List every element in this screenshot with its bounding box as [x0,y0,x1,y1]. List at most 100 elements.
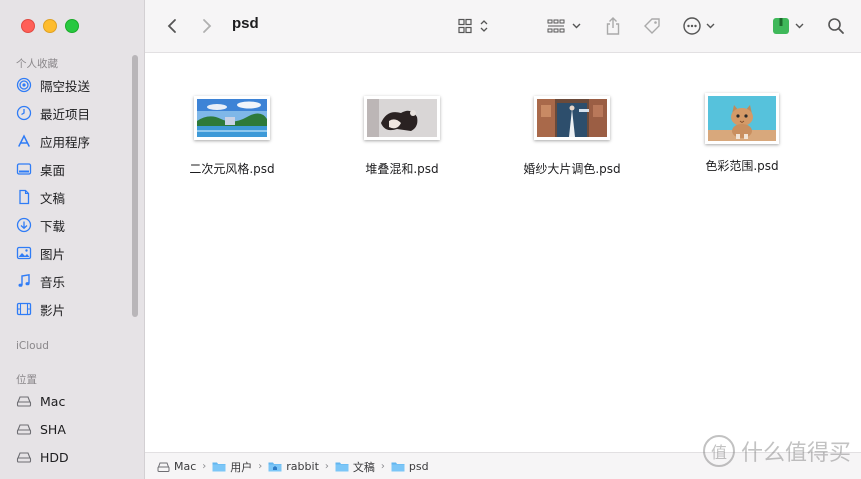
tag-button[interactable] [640,14,664,38]
kitten-thumbnail-icon [708,96,776,141]
file-thumbnail [705,93,779,144]
sidebar-item-hdd[interactable]: HDD [16,445,69,469]
sidebar-item-music[interactable]: 音乐 [16,269,65,293]
sidebar-item-label: 下载 [40,218,66,234]
path-crumb-documents[interactable]: 文稿 [335,459,375,475]
clock-icon [16,105,32,121]
sidebar-scrollbar[interactable] [132,55,138,317]
favorites-section-title: 个人收藏 [16,58,58,70]
file-item[interactable]: 婚纱大片调色.psd [512,96,632,177]
movies-icon [16,301,32,317]
window-controls [21,19,79,33]
file-thumbnail [364,96,440,140]
sidebar-item-label: HDD [40,449,69,465]
landscape-thumbnail-icon [197,99,267,137]
sidebar-item-label: 应用程序 [40,134,91,150]
view-mode-button[interactable] [455,14,493,38]
sidebar-item-movies[interactable]: 影片 [16,297,65,321]
file-thumbnail [534,96,610,140]
locations-section-title: 位置 [16,374,37,386]
path-crumb-label: 用户 [230,460,253,474]
minimize-button[interactable] [43,19,57,33]
sidebar-item-sha[interactable]: SHA [16,417,66,441]
ellipsis-circle-icon [683,17,715,35]
sidebar-item-pictures[interactable]: 图片 [16,241,65,265]
sidebar-item-applications[interactable]: 应用程序 [16,129,90,153]
forward-button[interactable] [198,14,216,38]
desktop-icon [16,161,32,177]
sidebar-item-mac[interactable]: Mac [16,389,65,413]
sidebar-item-label: 最近项目 [40,106,91,122]
path-crumb-psd[interactable]: psd [391,460,429,473]
music-icon [16,273,32,289]
search-button[interactable] [825,14,847,38]
file-thumbnail [194,96,270,140]
file-name: 堆叠混和.psd [365,162,439,176]
path-crumb-home[interactable]: rabbit [268,460,319,473]
file-grid: 二次元风格.psd 堆叠混和.psd 婚纱大片调色.psd 色彩范围.psd [145,53,861,451]
download-icon [16,217,32,233]
pictures-icon [16,245,32,261]
more-actions-button[interactable] [681,14,719,38]
sidebar: 个人收藏 隔空投送 最近项目 应用程序 桌面 文稿 下载 图片 音乐 影片 iC… [0,0,145,479]
group-by-button[interactable] [545,14,585,38]
path-crumb-label: rabbit [286,460,319,473]
disk-icon [16,393,32,409]
icloud-section-title: iCloud [16,340,49,352]
grid-view-icon [458,18,488,34]
group-icon [547,19,581,33]
close-button[interactable] [21,19,35,33]
file-item[interactable]: 堆叠混和.psd [342,96,462,177]
zoom-button[interactable] [65,19,79,33]
file-item[interactable]: 二次元风格.psd [172,96,292,177]
path-crumb-label: 文稿 [352,460,375,474]
chevron-right-icon [203,19,212,33]
document-icon [16,189,32,205]
folder-icon [212,462,226,472]
watermark-logo-icon: 值 [702,435,735,467]
sidebar-item-recents[interactable]: 最近项目 [16,101,90,125]
file-name: 二次元风格.psd [189,162,275,176]
disk-icon [16,421,32,437]
sidebar-item-label: 文稿 [40,190,66,206]
path-crumb-users[interactable]: 用户 [212,459,252,475]
sidebar-item-label: 桌面 [40,162,66,178]
watermark: 值 什么值得买 [702,435,851,467]
folder-icon [391,462,405,472]
file-name: 婚纱大片调色.psd [523,162,621,176]
sidebar-item-label: SHA [40,421,66,437]
sidebar-item-label: 音乐 [40,274,66,290]
back-button[interactable] [163,14,181,38]
folder-title: psd [232,15,259,32]
airdrop-icon [16,77,32,93]
sidebar-item-airdrop[interactable]: 隔空投送 [16,73,90,97]
tag-icon [644,18,660,34]
search-icon [828,18,844,34]
path-separator-icon: › [324,461,329,472]
animal-thumbnail-icon [367,99,437,137]
share-icon [606,17,620,35]
sidebar-item-label: 图片 [40,246,66,262]
share-button[interactable] [603,14,623,38]
path-crumb-mac[interactable]: Mac [157,460,196,473]
watermark-text: 什么值得买 [740,441,851,466]
path-crumb-label: psd [408,460,429,473]
sidebar-item-desktop[interactable]: 桌面 [16,157,65,181]
disk-icon [157,462,170,472]
path-crumb-label: Mac [174,460,197,473]
toolbar: psd [145,0,861,53]
sidebar-item-downloads[interactable]: 下载 [16,213,65,237]
sidebar-item-label: Mac [40,393,66,409]
applications-icon [16,133,32,149]
evernote-icon [773,18,804,34]
path-separator-icon: › [380,461,385,472]
finder-window: 个人收藏 隔空投送 最近项目 应用程序 桌面 文稿 下载 图片 音乐 影片 iC… [0,0,861,479]
sidebar-item-documents[interactable]: 文稿 [16,185,65,209]
file-name: 色彩范围.psd [705,159,779,173]
folder-icon [335,462,349,472]
wedding-thumbnail-icon [537,99,607,137]
path-separator-icon: › [202,461,207,472]
extension-button[interactable] [771,14,807,38]
path-separator-icon: › [258,461,263,472]
file-item[interactable]: 色彩范围.psd [682,93,802,174]
